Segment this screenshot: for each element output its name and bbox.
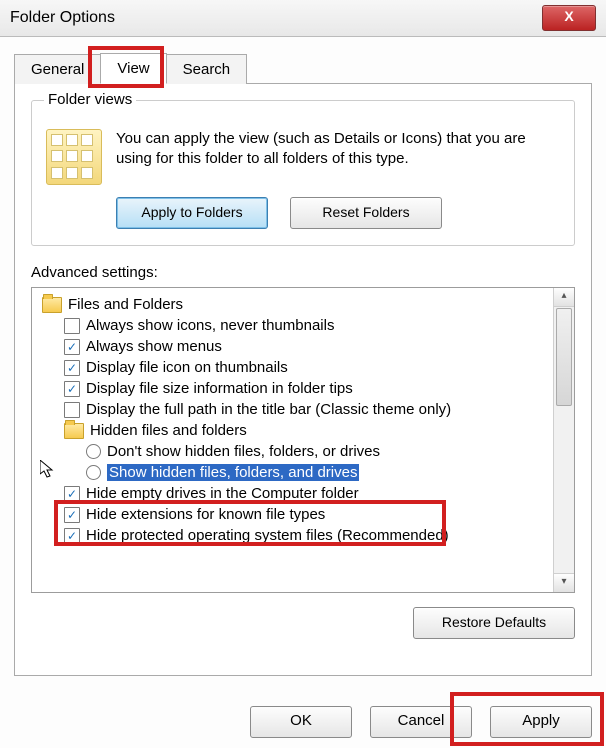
opt-hide-os-files[interactable]: Hide protected operating system files (R… (42, 525, 550, 546)
checkbox-icon[interactable] (64, 381, 80, 397)
scroll-up-button[interactable]: ▴ (554, 288, 574, 307)
tab-view[interactable]: View (100, 53, 166, 84)
close-button[interactable]: X (542, 5, 596, 31)
opt-display-file-icon[interactable]: Display file icon on thumbnails (42, 357, 550, 378)
apply-label: Apply (522, 712, 560, 729)
opt-display-file-size[interactable]: Display file size information in folder … (42, 378, 550, 399)
group-hidden-files: Hidden files and folders (42, 420, 550, 441)
opt-always-menus[interactable]: Always show menus (42, 336, 550, 357)
tabstrip: General View Search (14, 49, 592, 84)
folder-views-group: Folder views You can apply the view (suc… (31, 100, 575, 246)
opt-label: Always show menus (86, 338, 222, 355)
radio-icon[interactable] (86, 465, 101, 480)
tab-search[interactable]: Search (166, 54, 248, 84)
ok-button[interactable]: OK (250, 706, 352, 738)
opt-label: Display the full path in the title bar (… (86, 401, 451, 418)
tree-root-files-folders: Files and Folders (42, 294, 550, 315)
folder-thumbnail-icon (46, 129, 102, 185)
opt-label: Display file size information in folder … (86, 380, 353, 397)
checkbox-icon[interactable] (64, 528, 80, 544)
reset-folders-label: Reset Folders (322, 204, 409, 220)
reset-folders-button[interactable]: Reset Folders (290, 197, 442, 229)
tab-general-label: General (31, 61, 84, 78)
folder-views-text: You can apply the view (such as Details … (116, 129, 560, 185)
apply-to-folders-label: Apply to Folders (141, 204, 242, 220)
apply-to-folders-button[interactable]: Apply to Folders (116, 197, 268, 229)
folder-icon (64, 423, 84, 439)
checkbox-icon[interactable] (64, 402, 80, 418)
titlebar: Folder Options X (0, 0, 606, 37)
opt-label: Display file icon on thumbnails (86, 359, 288, 376)
advanced-settings-label: Advanced settings: (31, 264, 575, 281)
cursor-icon (40, 460, 56, 480)
close-icon: X (564, 8, 573, 24)
radio-icon[interactable] (86, 444, 101, 459)
advanced-settings-tree[interactable]: Files and Folders Always show icons, nev… (31, 287, 575, 593)
tree-scrollbar[interactable]: ▴ ▾ (553, 288, 574, 592)
restore-defaults-label: Restore Defaults (442, 614, 546, 630)
tab-search-label: Search (183, 61, 231, 78)
checkbox-icon[interactable] (64, 318, 80, 334)
opt-hidden-show[interactable]: Show hidden files, folders, and drives (42, 462, 550, 483)
dialog-button-row: OK Cancel Apply (250, 706, 592, 738)
opt-label: Hide protected operating system files (R… (86, 527, 449, 544)
opt-display-full-path[interactable]: Display the full path in the title bar (… (42, 399, 550, 420)
opt-label: Hide empty drives in the Computer folder (86, 485, 359, 502)
checkbox-icon[interactable] (64, 486, 80, 502)
opt-label: Don't show hidden files, folders, or dri… (107, 443, 380, 460)
opt-hide-empty-drives[interactable]: Hide empty drives in the Computer folder (42, 483, 550, 504)
opt-label: Always show icons, never thumbnails (86, 317, 334, 334)
scroll-down-button[interactable]: ▾ (554, 573, 574, 592)
checkbox-icon[interactable] (64, 360, 80, 376)
opt-label-selected: Show hidden files, folders, and drives (107, 464, 359, 481)
window-title: Folder Options (10, 9, 115, 27)
tree-root-label: Files and Folders (68, 296, 183, 313)
restore-defaults-button[interactable]: Restore Defaults (413, 607, 575, 639)
cancel-label: Cancel (398, 712, 445, 729)
ok-label: OK (290, 712, 312, 729)
tab-general[interactable]: General (14, 54, 101, 84)
opt-hide-extensions[interactable]: Hide extensions for known file types (42, 504, 550, 525)
cancel-button[interactable]: Cancel (370, 706, 472, 738)
checkbox-icon[interactable] (64, 339, 80, 355)
opt-hidden-dont-show[interactable]: Don't show hidden files, folders, or dri… (42, 441, 550, 462)
apply-button[interactable]: Apply (490, 706, 592, 738)
opt-label: Hide extensions for known file types (86, 506, 325, 523)
checkbox-icon[interactable] (64, 507, 80, 523)
tab-view-label: View (117, 60, 149, 77)
folder-icon (42, 297, 62, 313)
scroll-thumb[interactable] (556, 308, 572, 406)
group-label: Hidden files and folders (90, 422, 247, 439)
tab-body: Folder views You can apply the view (suc… (14, 84, 592, 676)
opt-always-icons[interactable]: Always show icons, never thumbnails (42, 315, 550, 336)
folder-views-legend: Folder views (44, 91, 136, 108)
